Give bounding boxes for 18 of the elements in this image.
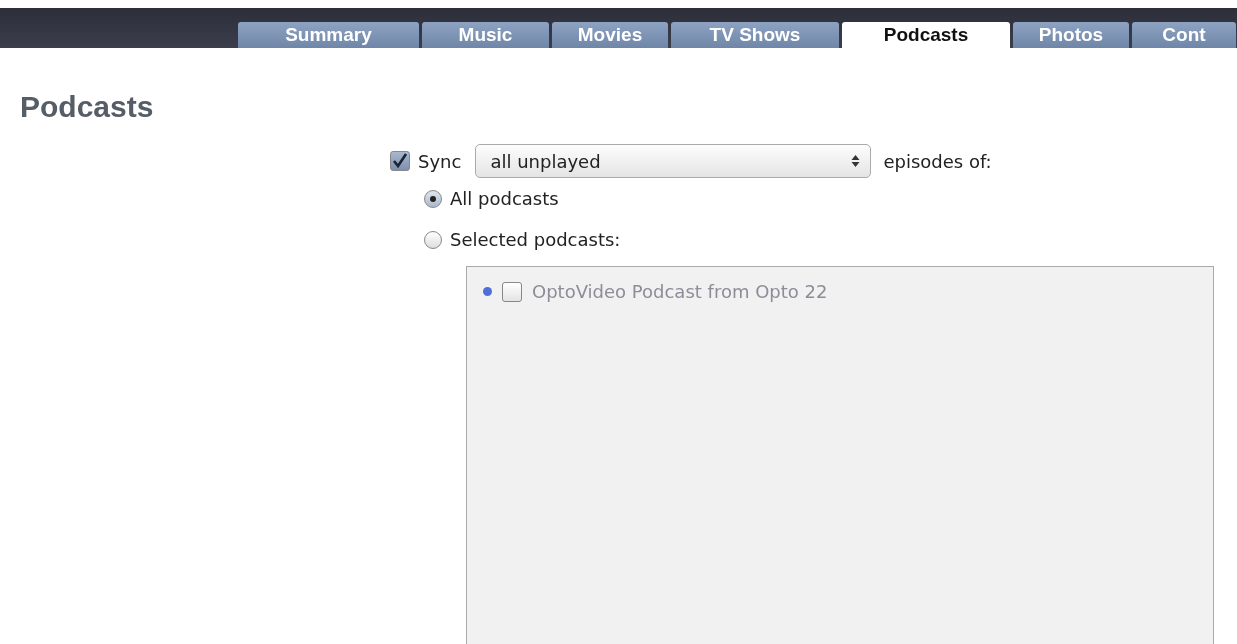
tab[interactable]: TV Shows [671, 22, 839, 48]
sync-checkbox[interactable] [390, 151, 410, 171]
tab[interactable]: Music [422, 22, 549, 48]
episodes-select[interactable]: all unplayed [475, 144, 872, 178]
radio-option[interactable]: Selected podcasts: [424, 229, 1237, 250]
tab[interactable]: Movies [552, 22, 668, 48]
tab[interactable]: Podcasts [842, 22, 1010, 48]
podcast-title: OptoVideo Podcast from Opto 22 [532, 281, 828, 302]
radio-button[interactable] [424, 230, 442, 249]
sync-label: Sync [418, 150, 462, 172]
radio-option[interactable]: All podcasts [424, 188, 1237, 209]
tab[interactable]: Summary [238, 22, 419, 48]
radio-button[interactable] [424, 189, 442, 208]
episodes-label: episodes of: [883, 150, 992, 172]
stepper-icon [851, 154, 861, 168]
tab[interactable]: Cont [1132, 22, 1236, 48]
section-title: Podcasts [20, 90, 155, 124]
tab[interactable]: Photos [1013, 22, 1129, 48]
